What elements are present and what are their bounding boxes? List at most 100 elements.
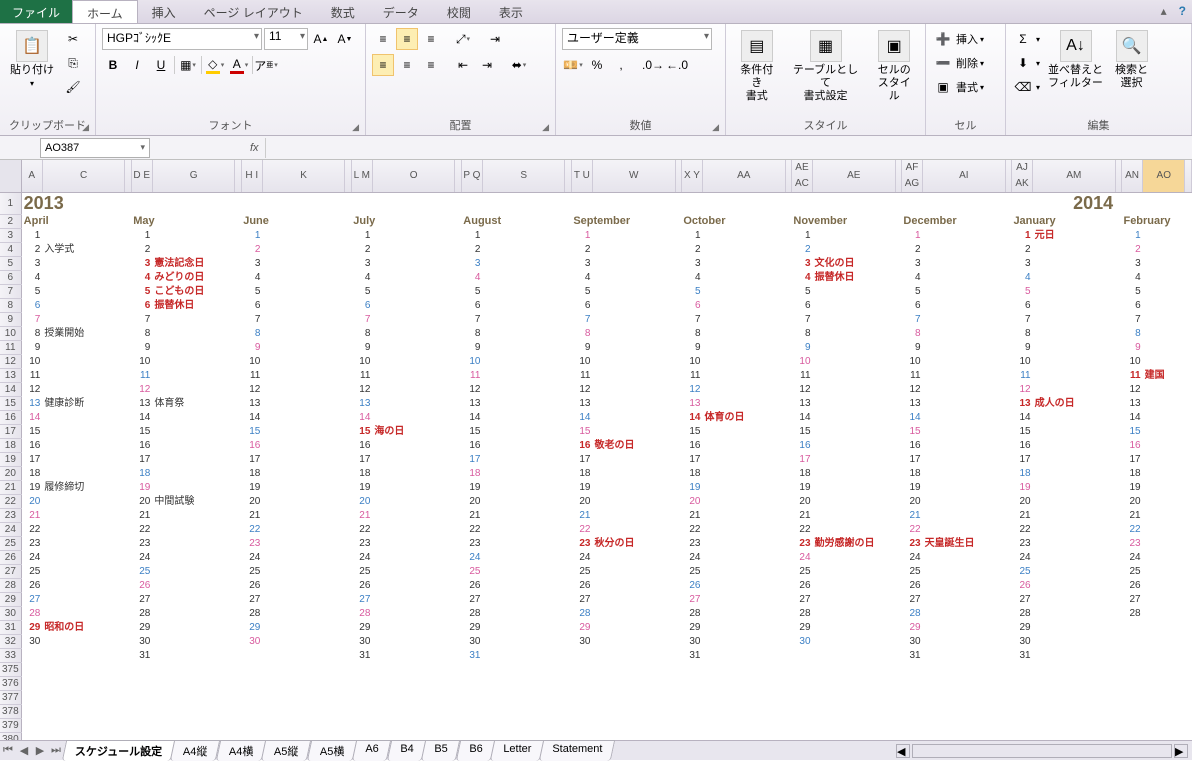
day-number[interactable]: 12 bbox=[461, 383, 482, 397]
day-number[interactable]: 23 bbox=[791, 537, 812, 551]
day-event[interactable] bbox=[592, 453, 675, 467]
day-event[interactable] bbox=[703, 243, 786, 257]
day-event[interactable] bbox=[372, 649, 455, 663]
day-event[interactable] bbox=[1033, 425, 1116, 439]
day-event[interactable] bbox=[262, 635, 345, 649]
day-number[interactable]: 1 bbox=[791, 229, 812, 243]
day-event[interactable] bbox=[482, 579, 565, 593]
day-event[interactable] bbox=[1143, 607, 1185, 621]
day-number[interactable]: 24 bbox=[1011, 551, 1032, 565]
day-event[interactable] bbox=[813, 481, 896, 495]
day-event[interactable] bbox=[703, 271, 786, 285]
day-event[interactable] bbox=[262, 523, 345, 537]
day-event[interactable]: 履修締切 bbox=[42, 481, 125, 495]
day-number[interactable]: 27 bbox=[791, 593, 812, 607]
day-event[interactable] bbox=[592, 481, 675, 495]
day-event[interactable] bbox=[262, 383, 345, 397]
day-number[interactable]: 28 bbox=[1011, 607, 1032, 621]
fx-icon[interactable]: fx bbox=[250, 142, 259, 154]
day-number[interactable]: 19 bbox=[571, 481, 592, 495]
day-number[interactable]: 1 bbox=[131, 229, 152, 243]
day-event[interactable] bbox=[372, 565, 455, 579]
day-event[interactable] bbox=[42, 453, 125, 467]
day-event[interactable] bbox=[1033, 551, 1116, 565]
day-number[interactable]: 9 bbox=[1121, 341, 1142, 355]
row-header[interactable]: 31 bbox=[0, 621, 21, 635]
day-number[interactable]: 29 bbox=[21, 621, 42, 635]
day-event[interactable] bbox=[1033, 453, 1116, 467]
day-event[interactable] bbox=[703, 355, 786, 369]
day-number[interactable]: 16 bbox=[131, 439, 152, 453]
col-header[interactable]: AO bbox=[1143, 160, 1185, 193]
day-number[interactable]: 18 bbox=[901, 467, 922, 481]
day-event[interactable] bbox=[42, 509, 125, 523]
sheet-tab[interactable]: A6 bbox=[352, 740, 392, 761]
day-event[interactable] bbox=[703, 523, 786, 537]
day-number[interactable]: 24 bbox=[681, 551, 702, 565]
day-event[interactable] bbox=[813, 621, 896, 635]
row-header[interactable]: 18 bbox=[0, 439, 21, 453]
day-number[interactable]: 13 bbox=[241, 397, 262, 411]
day-event[interactable] bbox=[1033, 635, 1116, 649]
day-number[interactable]: 17 bbox=[681, 453, 702, 467]
day-event[interactable] bbox=[1033, 313, 1116, 327]
col-header[interactable]: C bbox=[42, 160, 125, 193]
day-number[interactable]: 27 bbox=[131, 593, 152, 607]
day-event[interactable] bbox=[813, 299, 896, 313]
day-event[interactable] bbox=[923, 285, 1006, 299]
day-event[interactable] bbox=[923, 579, 1006, 593]
day-event[interactable] bbox=[262, 453, 345, 467]
day-event[interactable] bbox=[923, 355, 1006, 369]
day-number[interactable]: 5 bbox=[681, 285, 702, 299]
sheet-tab[interactable]: B6 bbox=[455, 740, 495, 761]
day-event[interactable] bbox=[482, 313, 565, 327]
day-number[interactable]: 22 bbox=[131, 523, 152, 537]
format-as-table-button[interactable]: ▦テーブルとして 書式設定 bbox=[786, 28, 866, 106]
day-event[interactable] bbox=[1033, 621, 1116, 635]
day-number[interactable]: 22 bbox=[461, 523, 482, 537]
day-event[interactable] bbox=[592, 551, 675, 565]
day-number[interactable]: 8 bbox=[21, 327, 42, 341]
align-top-button[interactable]: ≡ bbox=[372, 28, 394, 50]
day-number[interactable]: 27 bbox=[351, 593, 372, 607]
col-header[interactable]: P Q bbox=[461, 160, 482, 193]
day-event[interactable] bbox=[1033, 509, 1116, 523]
day-number[interactable]: 31 bbox=[681, 649, 702, 663]
day-event[interactable] bbox=[482, 481, 565, 495]
day-event[interactable]: 入学式 bbox=[42, 243, 125, 257]
day-event[interactable] bbox=[482, 425, 565, 439]
day-number[interactable]: 12 bbox=[21, 383, 42, 397]
day-number[interactable]: 16 bbox=[351, 439, 372, 453]
day-event[interactable] bbox=[262, 593, 345, 607]
day-number[interactable]: 15 bbox=[461, 425, 482, 439]
day-event[interactable] bbox=[42, 355, 125, 369]
day-event[interactable] bbox=[923, 649, 1006, 663]
day-event[interactable] bbox=[372, 593, 455, 607]
row-header[interactable]: 25 bbox=[0, 537, 21, 551]
day-event[interactable] bbox=[1143, 537, 1185, 551]
row-header[interactable]: 12 bbox=[0, 355, 21, 369]
day-event[interactable] bbox=[1143, 299, 1185, 313]
day-event[interactable]: こどもの日 bbox=[152, 285, 235, 299]
day-event[interactable] bbox=[372, 551, 455, 565]
day-number[interactable]: 26 bbox=[791, 579, 812, 593]
sheet-tab[interactable]: A5横 bbox=[306, 740, 357, 761]
day-number[interactable]: 27 bbox=[901, 593, 922, 607]
day-number[interactable]: 7 bbox=[241, 313, 262, 327]
day-event[interactable] bbox=[482, 621, 565, 635]
day-event[interactable] bbox=[482, 257, 565, 271]
day-number[interactable]: 28 bbox=[131, 607, 152, 621]
day-number[interactable]: 3 bbox=[131, 257, 152, 271]
day-event[interactable] bbox=[703, 607, 786, 621]
day-event[interactable] bbox=[1143, 229, 1185, 243]
day-event[interactable] bbox=[42, 565, 125, 579]
day-event[interactable] bbox=[372, 229, 455, 243]
day-event[interactable] bbox=[923, 495, 1006, 509]
day-event[interactable] bbox=[1033, 369, 1116, 383]
col-header[interactable]: AE bbox=[813, 160, 896, 193]
day-number[interactable]: 9 bbox=[681, 341, 702, 355]
day-number[interactable]: 9 bbox=[351, 341, 372, 355]
day-event[interactable] bbox=[152, 649, 235, 663]
day-event[interactable] bbox=[42, 285, 125, 299]
day-event[interactable] bbox=[1143, 243, 1185, 257]
